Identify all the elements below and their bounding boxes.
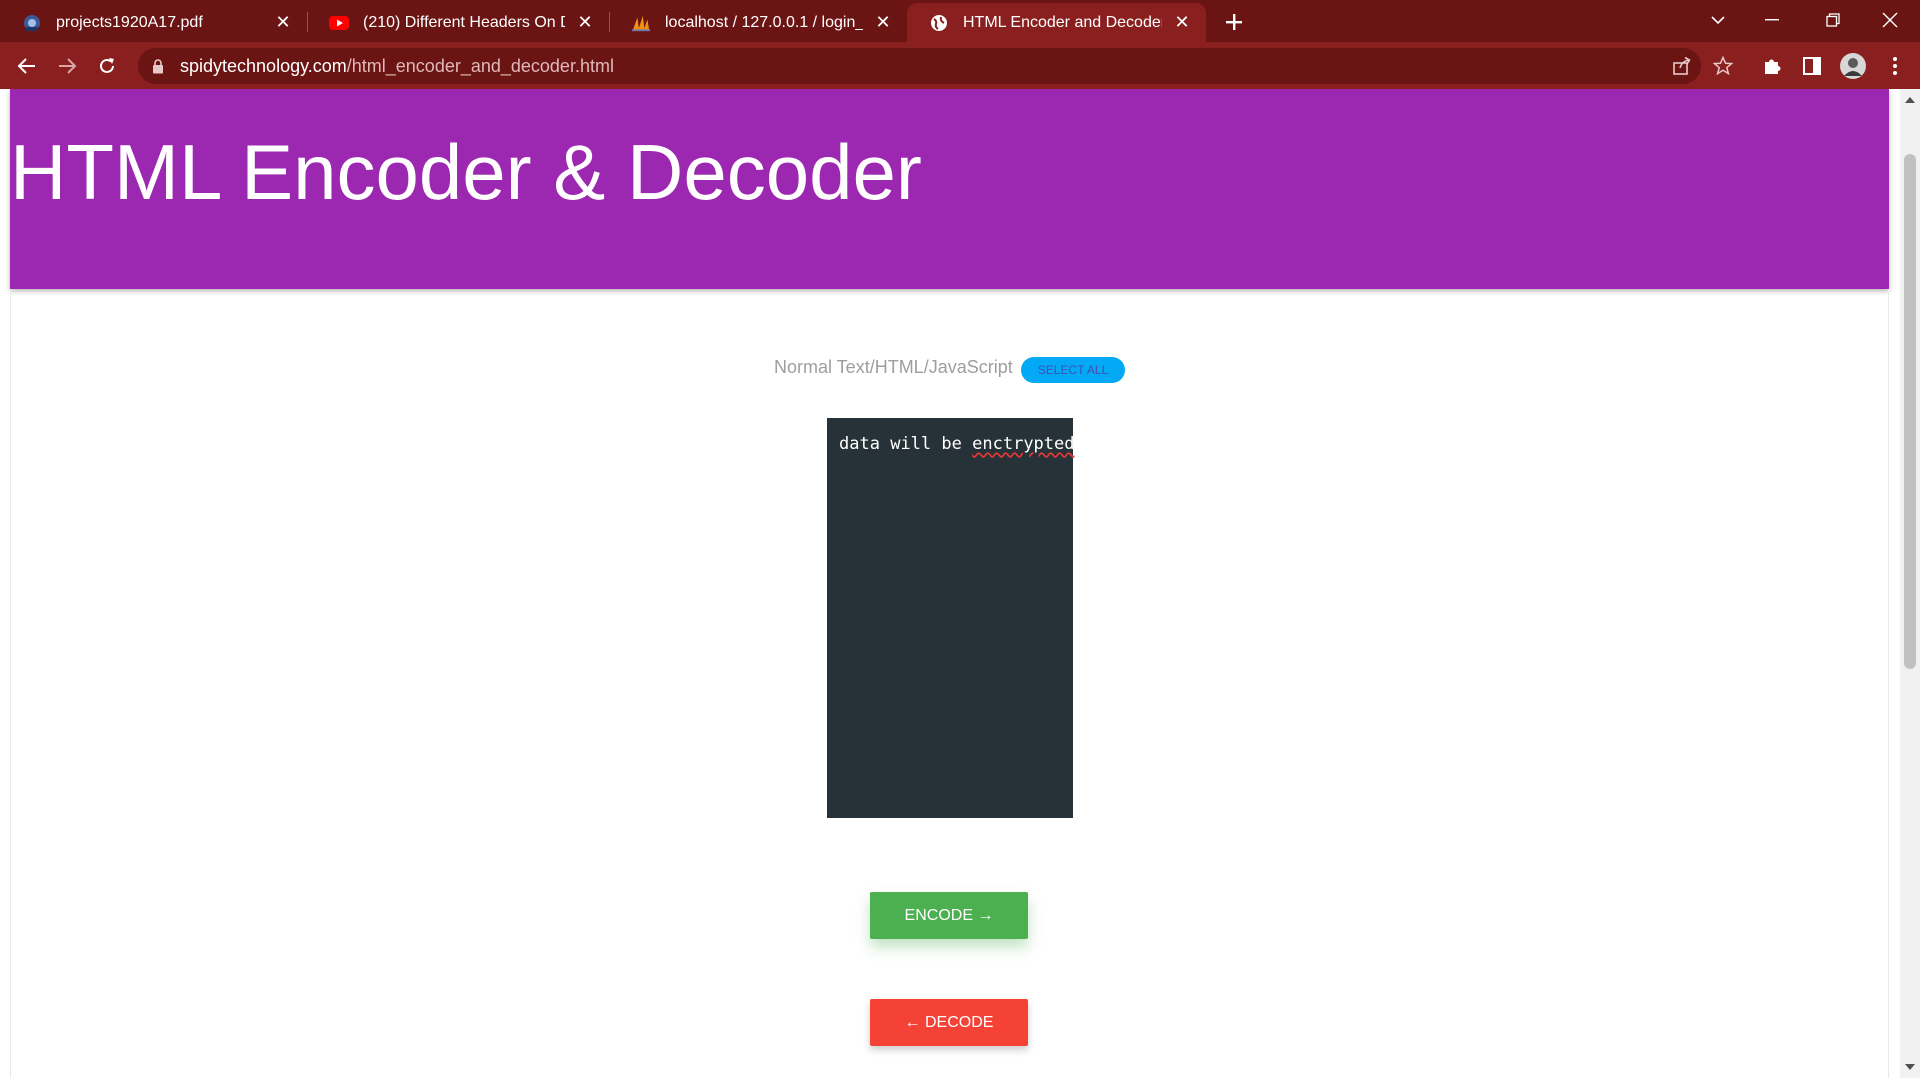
back-button[interactable]	[11, 50, 43, 82]
misspelled-word: enctrypted	[972, 434, 1075, 454]
tab-youtube[interactable]: (210) Different Headers On Differ ✕	[307, 3, 609, 42]
close-icon[interactable]: ✕	[873, 12, 893, 33]
restore-button[interactable]	[1808, 0, 1858, 40]
reload-button[interactable]	[91, 50, 123, 82]
tab-html-encoder[interactable]: HTML Encoder and Decoder ✕	[907, 3, 1206, 42]
tab-title: HTML Encoder and Decoder	[963, 13, 1162, 31]
tab-title: localhost / 127.0.0.1 / login_detai	[665, 13, 863, 31]
tab-title: (210) Different Headers On Differ	[363, 13, 565, 31]
side-panel-button[interactable]	[1796, 50, 1828, 82]
tab-title: projects1920A17.pdf	[56, 13, 203, 31]
close-icon[interactable]: ✕	[1172, 12, 1192, 33]
address-bar[interactable]: spidytechnology.com/html_encoder_and_dec…	[138, 48, 1701, 84]
phpmyadmin-icon	[631, 13, 651, 33]
browser-toolbar: spidytechnology.com/html_encoder_and_dec…	[0, 42, 1920, 89]
close-icon[interactable]: ✕	[575, 12, 595, 33]
avatar-icon	[1840, 53, 1866, 79]
extensions-button[interactable]	[1756, 50, 1788, 82]
puzzle-icon	[1765, 59, 1781, 74]
tab-phpmyadmin[interactable]: localhost / 127.0.0.1 / login_detai ✕	[609, 3, 907, 42]
close-window-button[interactable]	[1865, 0, 1915, 40]
share-button[interactable]	[1666, 50, 1698, 82]
plus-icon	[1226, 14, 1242, 30]
profile-button[interactable]	[1837, 50, 1869, 82]
tab-pdf[interactable]: projects1920A17.pdf ✕	[0, 3, 307, 42]
input-textarea[interactable]: data will be enctrypted	[827, 418, 1076, 818]
reload-icon	[100, 58, 114, 73]
select-all-button[interactable]: SELECT ALL	[1021, 357, 1125, 383]
encode-button[interactable]: ENCODE →	[870, 892, 1028, 939]
close-icon	[1882, 12, 1898, 28]
decode-button[interactable]: ← DECODE	[870, 999, 1028, 1046]
menu-button[interactable]	[1879, 50, 1911, 82]
bookmark-button[interactable]	[1707, 50, 1739, 82]
textarea-word: data	[839, 434, 880, 454]
chevron-down-icon	[1711, 16, 1725, 25]
lock-icon	[152, 58, 168, 74]
text-caret	[1074, 433, 1076, 453]
arrow-left-icon	[17, 58, 35, 74]
share-icon	[1673, 56, 1691, 75]
arrow-right-icon	[59, 58, 77, 74]
forward-button[interactable]	[51, 50, 83, 82]
minimize-icon	[1765, 19, 1779, 21]
minimize-button[interactable]	[1747, 0, 1797, 40]
star-icon	[1713, 56, 1733, 76]
side-panel-icon	[1803, 57, 1821, 75]
scroll-up-icon[interactable]	[1905, 97, 1915, 103]
textarea-word: be	[941, 434, 962, 454]
restore-icon	[1826, 13, 1840, 27]
page-title: HTML Encoder & Decoder	[10, 128, 922, 216]
globe-icon	[929, 13, 949, 33]
new-tab-button[interactable]	[1219, 7, 1249, 37]
url-host: spidytechnology.com	[180, 55, 347, 76]
tab-search-button[interactable]	[1693, 0, 1743, 40]
tab-strip: projects1920A17.pdf ✕ (210) Different He…	[0, 0, 1920, 42]
page-scrollbar[interactable]	[1900, 89, 1920, 1078]
url-path: /html_encoder_and_decoder.html	[346, 55, 614, 76]
pdf-globe-icon	[22, 13, 42, 33]
scroll-down-icon[interactable]	[1905, 1064, 1915, 1070]
page-viewport: HTML Encoder & Decoder Normal Text/HTML/…	[0, 89, 1900, 1078]
kebab-menu-icon	[1893, 57, 1897, 75]
youtube-icon	[329, 13, 349, 33]
textarea-word: will	[890, 434, 932, 454]
close-icon[interactable]: ✕	[273, 12, 293, 33]
scrollbar-thumb[interactable]	[1904, 154, 1916, 669]
input-label: Normal Text/HTML/JavaScript	[774, 357, 1013, 377]
page-header: HTML Encoder & Decoder	[10, 89, 1889, 289]
